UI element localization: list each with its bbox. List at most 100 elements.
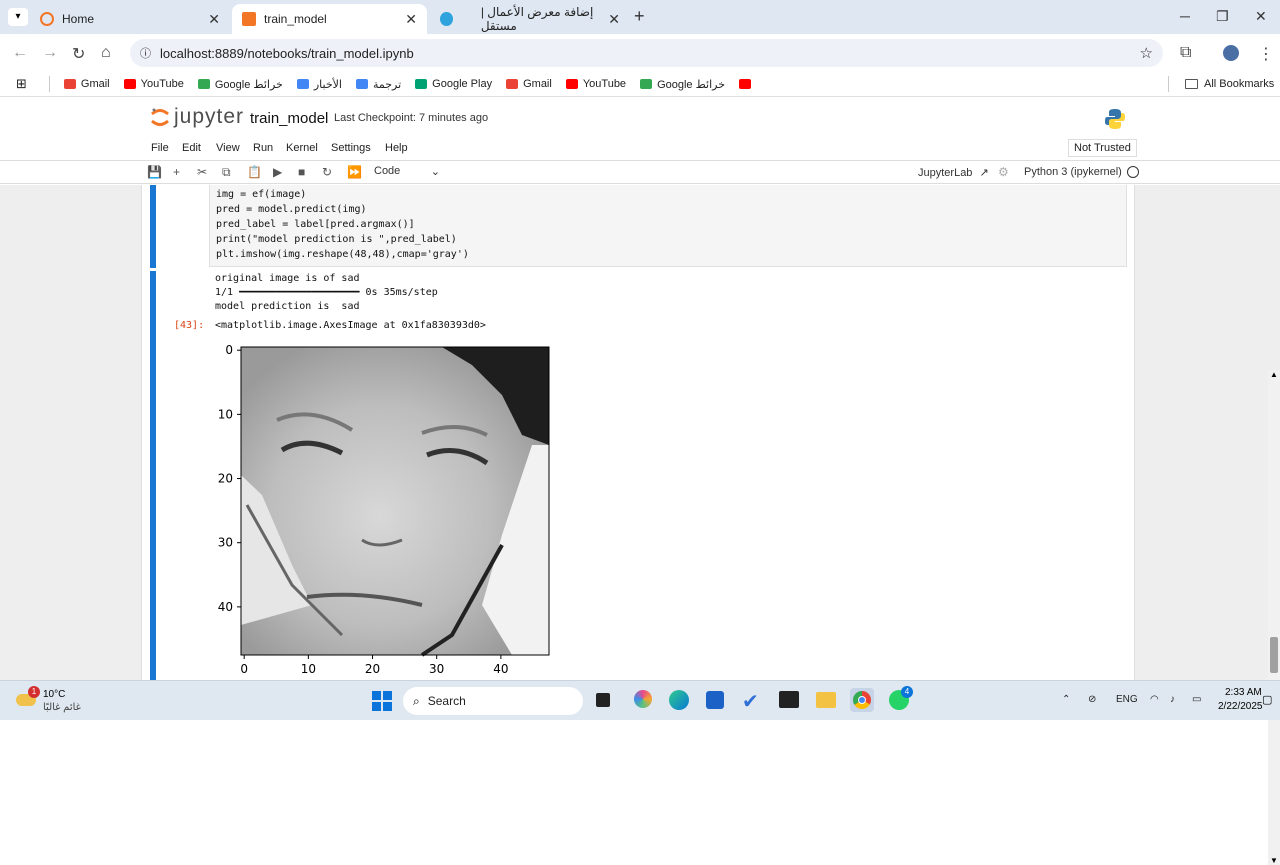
scroll-thumb[interactable] bbox=[1270, 637, 1278, 673]
menu-file[interactable]: File bbox=[151, 142, 169, 154]
bookmark-label: Gmail bbox=[80, 78, 110, 90]
network-status-icon[interactable]: ⊘ bbox=[1088, 694, 1096, 705]
all-bookmarks-label: All Bookmarks bbox=[1204, 78, 1275, 90]
code-cell-editor[interactable]: img = ef(image) pred = model.predict(img… bbox=[209, 185, 1127, 267]
restart-run-all-icon[interactable]: ⏩ bbox=[347, 165, 362, 179]
output-line: model prediction is sad bbox=[215, 301, 360, 312]
new-tab-button[interactable]: + bbox=[634, 6, 645, 27]
tab-train-model[interactable]: train_model ✕ bbox=[232, 4, 427, 34]
bookmark-label: Google خرائط bbox=[214, 78, 283, 91]
paste-icon[interactable]: 📋 bbox=[247, 165, 262, 179]
volume-icon[interactable]: ♪ bbox=[1170, 694, 1175, 705]
clock-date[interactable]: 2/22/2025 bbox=[1218, 701, 1263, 712]
extensions-icon[interactable]: ⧉ bbox=[1180, 44, 1191, 62]
close-icon[interactable]: ✕ bbox=[608, 11, 620, 28]
taskbar-search[interactable]: ⌕ Search bbox=[403, 687, 583, 715]
home-icon[interactable]: ⌂ bbox=[101, 44, 111, 62]
x-tick-label: 10 bbox=[301, 662, 316, 675]
all-bookmarks[interactable]: All Bookmarks bbox=[1185, 78, 1274, 90]
scroll-up-icon[interactable]: ▲ bbox=[1270, 370, 1278, 379]
copilot-icon[interactable] bbox=[634, 690, 652, 708]
apps-grid-icon[interactable]: ⊞ bbox=[16, 76, 27, 92]
minimize-icon[interactable]: ─ bbox=[1180, 8, 1190, 24]
clock-time[interactable]: 2:33 AM bbox=[1225, 687, 1262, 698]
edge-icon[interactable] bbox=[669, 690, 689, 710]
bookmark-star-icon[interactable]: ☆ bbox=[1140, 44, 1153, 62]
stop-icon[interactable]: ■ bbox=[298, 165, 305, 179]
notebook-icon bbox=[242, 12, 256, 26]
bookmark-item[interactable]: Gmail bbox=[63, 78, 110, 90]
bookmark-item[interactable]: Gmail bbox=[506, 78, 552, 90]
todo-icon[interactable]: ✔ bbox=[742, 689, 759, 714]
tab-label: train_model bbox=[264, 12, 327, 26]
tab-home[interactable]: Home ✕ bbox=[30, 4, 230, 34]
settings-gear-icon[interactable]: ⚙ bbox=[998, 165, 1009, 179]
menu-run[interactable]: Run bbox=[253, 142, 273, 154]
back-icon[interactable]: ← bbox=[12, 44, 28, 62]
bookmark-item[interactable]: YouTube bbox=[565, 78, 626, 90]
browser-menu-icon[interactable]: ⋮ bbox=[1258, 44, 1274, 64]
output-line: original image is of sad bbox=[215, 273, 360, 284]
run-icon[interactable]: ▶ bbox=[273, 165, 282, 179]
url-bar[interactable]: ⓘ localhost:8889/notebooks/train_model.i… bbox=[130, 39, 1163, 67]
bookmark-item[interactable]: Google Play bbox=[415, 78, 492, 90]
not-trusted-button[interactable]: Not Trusted bbox=[1068, 139, 1137, 157]
restore-icon[interactable]: ❐ bbox=[1216, 8, 1229, 25]
bookmark-favicon-icon bbox=[197, 79, 210, 89]
bookmark-label: Gmail bbox=[523, 78, 552, 90]
bookmark-item[interactable]: YouTube bbox=[123, 78, 184, 90]
profile-avatar[interactable] bbox=[1223, 45, 1239, 61]
battery-icon[interactable]: ▭ bbox=[1192, 694, 1201, 705]
task-view-icon[interactable] bbox=[596, 693, 610, 707]
tab-mostaql[interactable]: إضافة معرض الأعمال | مستقل ✕ bbox=[430, 4, 630, 34]
chrome-icon[interactable] bbox=[850, 688, 874, 712]
language-indicator[interactable]: ENG bbox=[1116, 694, 1138, 705]
bookmark-favicon-icon bbox=[123, 79, 136, 89]
code-line: img = ef(image) bbox=[216, 189, 307, 200]
weather-widget[interactable]: 1 10°C غائم غالبًا bbox=[16, 686, 106, 716]
cell-type-select[interactable]: Code ⌄ bbox=[374, 165, 440, 178]
bookmark-item[interactable]: Google خرائط bbox=[640, 78, 725, 91]
menu-help[interactable]: Help bbox=[385, 142, 408, 154]
notification-bell-icon[interactable]: ▢ bbox=[1262, 693, 1272, 706]
kernel-name[interactable]: Python 3 (ipykernel) bbox=[1024, 166, 1122, 178]
kernel-status-icon bbox=[1127, 166, 1139, 178]
menu-kernel[interactable]: Kernel bbox=[286, 142, 318, 154]
bookmarks-bar: ⊞ Gmail YouTube Google خرائط الأخبار ترجمة Go… bbox=[0, 72, 1280, 96]
store-icon[interactable] bbox=[706, 691, 724, 709]
scroll-down-icon[interactable]: ▼ bbox=[1270, 856, 1278, 865]
bookmark-item[interactable] bbox=[739, 79, 756, 89]
wifi-icon[interactable]: ◠ bbox=[1150, 694, 1159, 705]
bookmark-item[interactable]: Google خرائط bbox=[197, 78, 283, 91]
bookmark-item[interactable]: ترجمة bbox=[355, 78, 401, 91]
menu-edit[interactable]: Edit bbox=[182, 142, 201, 154]
tab-search-button[interactable]: ▾ bbox=[8, 8, 28, 26]
cut-icon[interactable]: ✂ bbox=[197, 165, 207, 179]
copy-icon[interactable]: ⧉ bbox=[222, 165, 231, 180]
cell-collapser-input[interactable] bbox=[150, 185, 156, 268]
reload-icon[interactable]: ↻ bbox=[72, 44, 85, 64]
site-info-icon[interactable]: ⓘ bbox=[140, 45, 151, 61]
menu-settings[interactable]: Settings bbox=[331, 142, 371, 154]
forward-icon[interactable]: → bbox=[42, 44, 58, 62]
notebook-title[interactable]: train_model bbox=[250, 110, 328, 127]
close-window-icon[interactable]: ✕ bbox=[1255, 8, 1267, 25]
tab-strip: ▾ Home ✕ train_model ✕ إضافة معرض الأعما… bbox=[0, 0, 1280, 34]
restart-icon[interactable]: ↻ bbox=[322, 165, 332, 179]
jupyter-logo-icon[interactable] bbox=[150, 106, 170, 128]
save-icon[interactable]: 💾 bbox=[147, 165, 162, 179]
close-icon[interactable]: ✕ bbox=[208, 11, 220, 28]
scrollbar[interactable]: ▲ ▼ bbox=[1268, 370, 1280, 865]
tray-overflow-icon[interactable]: ⌃ bbox=[1062, 694, 1070, 705]
file-explorer-icon[interactable] bbox=[816, 692, 836, 708]
terminal-icon[interactable] bbox=[779, 691, 799, 708]
close-icon[interactable]: ✕ bbox=[405, 11, 417, 28]
imshow-plot: 0 10 20 30 40 0 10 20 30 40 bbox=[218, 343, 550, 675]
search-label: Search bbox=[427, 694, 466, 708]
add-cell-icon[interactable]: + bbox=[173, 165, 180, 179]
cell-collapser-output[interactable] bbox=[150, 271, 156, 680]
windows-start-icon[interactable] bbox=[372, 691, 392, 711]
menu-view[interactable]: View bbox=[216, 142, 240, 154]
jupyterlab-link[interactable]: JupyterLab ↗ bbox=[918, 166, 989, 179]
bookmark-item[interactable]: الأخبار bbox=[296, 78, 342, 91]
